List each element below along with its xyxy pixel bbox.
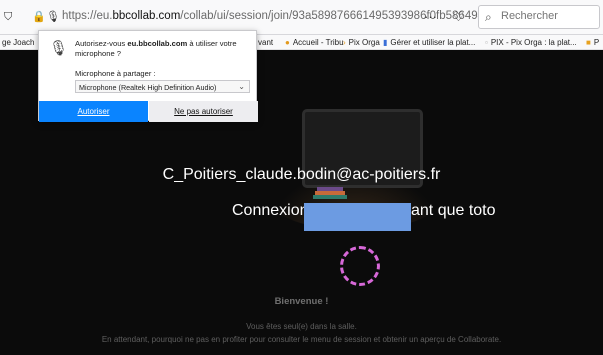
- bookmark-item[interactable]: ▮ Gérer et utiliser la plat...: [383, 38, 475, 47]
- waiting-message: En attendant, pourquoi ne pas en profite…: [101, 335, 502, 344]
- microphone-select[interactable]: Microphone (Realtek High Definition Audi…: [75, 80, 250, 93]
- bookmark-item[interactable]: vant: [258, 38, 273, 47]
- books-illustration: [313, 187, 347, 199]
- bookmark-label: ge Joach: [2, 38, 35, 47]
- bookmark-label: Pix Orga: [348, 38, 380, 47]
- share-label: Microphone à partager :: [75, 69, 156, 78]
- bookmark-label: Accueil - Tribu: [292, 38, 344, 47]
- allow-label: Autoriser: [77, 107, 110, 116]
- bookmark-item[interactable]: ▫ PIX - Pix Orga : la plat...: [485, 38, 577, 47]
- bookmark-label: P: [593, 38, 600, 47]
- deny-button[interactable]: Ne pas autoriser: [149, 101, 258, 122]
- user-identity: C_Poitiers_claude.bodin@ac-poitiers.fr: [162, 166, 441, 183]
- page-icon: ▫: [485, 38, 488, 47]
- bookmark-item[interactable]: ● Accueil - Tribu: [285, 38, 344, 47]
- connection-status: Connexion ant que toto: [232, 202, 496, 220]
- search-icon: ⌕: [485, 10, 492, 24]
- microphone-icon: 🎙: [49, 40, 69, 57]
- chevron-icon: ›: [343, 38, 346, 47]
- search-box[interactable]: ⌕: [478, 5, 600, 29]
- lock-icon[interactable]: 🔒: [32, 12, 46, 23]
- selected-device: Microphone (Realtek High Definition Audi…: [79, 83, 217, 92]
- redaction-box: [304, 203, 411, 231]
- microphone-permission-popup: 🎙 Autorisez-vous eu.bbcollab.com à utili…: [38, 30, 258, 122]
- bookmark-item[interactable]: ge Joach: [2, 38, 34, 47]
- allow-button[interactable]: Autoriser: [39, 101, 148, 122]
- bookmark-item[interactable]: ■ P: [586, 38, 599, 47]
- pocket-icon[interactable]: ♡: [453, 9, 465, 24]
- book: [317, 187, 343, 191]
- shield-icon[interactable]: ⛉: [4, 12, 12, 23]
- page-actions-button[interactable]: ···: [424, 9, 437, 24]
- bars-icon: ▮: [383, 38, 388, 47]
- bookmark-label: vant: [258, 38, 274, 47]
- tribu-icon: ●: [285, 38, 290, 47]
- search-input[interactable]: [501, 10, 597, 22]
- bookmark-label: PIX - Pix Orga : la plat...: [490, 38, 577, 47]
- question-prefix: Autorisez-vous: [75, 39, 128, 48]
- folder-icon: ■: [586, 38, 591, 47]
- book: [313, 195, 347, 199]
- url-prefix: https://eu.: [62, 10, 113, 22]
- loading-spinner-icon: [340, 246, 380, 286]
- microphone-icon[interactable]: 🎙: [46, 12, 60, 23]
- url-domain: bbcollab.com: [112, 10, 181, 22]
- book: [315, 191, 345, 195]
- permission-question: Autorisez-vous eu.bbcollab.com à utilise…: [75, 39, 253, 59]
- chevron-down-icon: ⌄: [238, 82, 245, 91]
- question-domain: eu.bbcollab.com: [127, 39, 188, 48]
- alone-message: Vous êtes seul(e) dans la salle.: [246, 322, 357, 331]
- welcome-title: Bienvenue !: [274, 296, 329, 307]
- connection-suffix: ant que toto: [411, 202, 496, 219]
- connection-prefix: Connexion: [232, 202, 309, 219]
- bookmark-item[interactable]: › Pix Orga: [343, 38, 380, 47]
- deny-label: Ne pas autoriser: [174, 107, 233, 116]
- bookmark-label: Gérer et utiliser la plat...: [390, 38, 476, 47]
